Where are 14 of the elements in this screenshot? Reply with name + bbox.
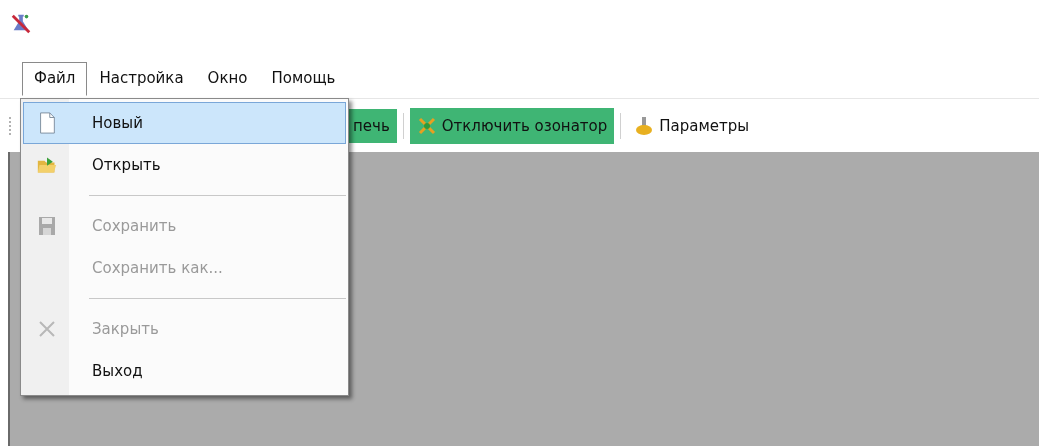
menu-item[interactable]: Новый	[23, 102, 346, 144]
toolbar-grip-icon[interactable]	[8, 114, 12, 138]
toolbar-button[interactable]: печь	[346, 109, 397, 143]
document-icon	[37, 112, 57, 134]
menu-item[interactable]: Выход	[23, 350, 346, 392]
crossed-sticks-icon	[416, 116, 437, 136]
menu-item[interactable]: Файл	[22, 62, 88, 96]
menu-item[interactable]: Открыть	[23, 144, 346, 186]
toolbar-button[interactable]: Отключить озонатор	[409, 108, 615, 144]
menu-item[interactable]: Настройка	[87, 62, 196, 96]
toolbar-button[interactable]: Параметры	[627, 108, 757, 144]
menu-item[interactable]: Окно	[195, 62, 260, 96]
menu-item[interactable]: Помощь	[259, 62, 348, 96]
valve-icon	[634, 116, 655, 136]
